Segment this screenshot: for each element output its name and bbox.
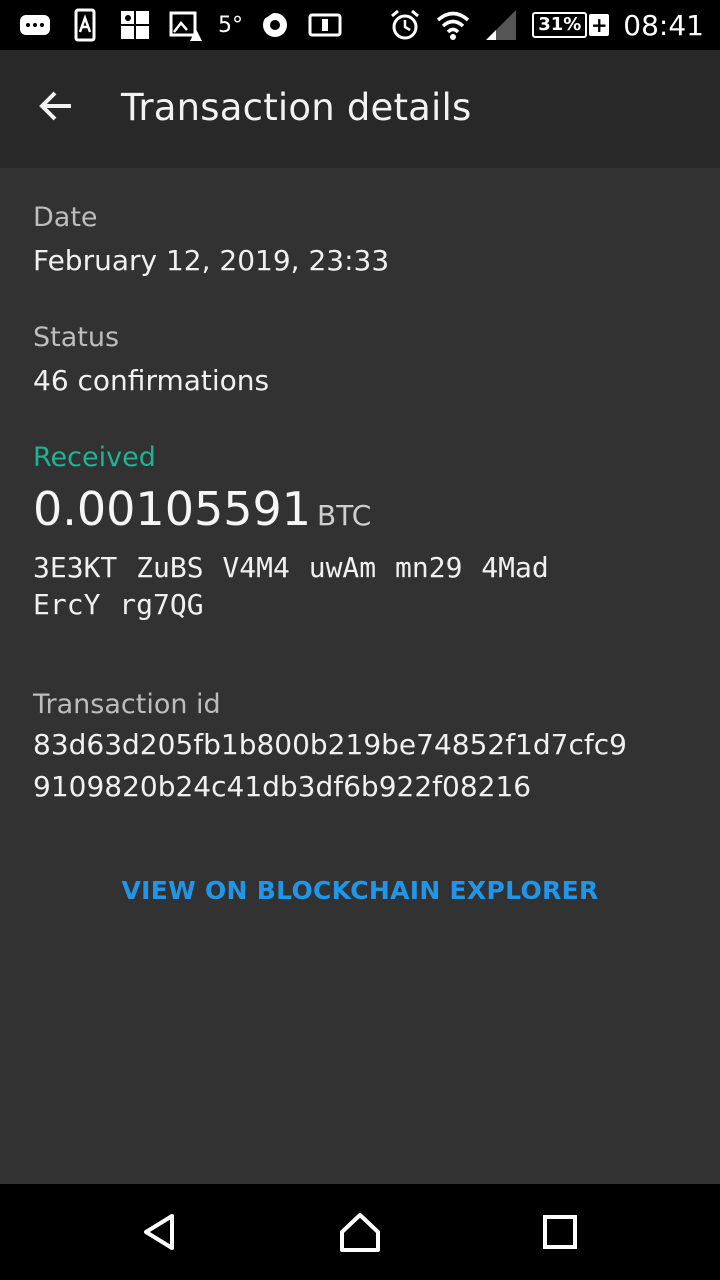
chat-bubble-icon — [18, 8, 52, 42]
status-value: 46 confirmations — [33, 364, 270, 397]
temperature-text: 5° — [218, 12, 243, 38]
wifi-icon — [436, 8, 470, 42]
nav-recents-button[interactable] — [532, 1206, 588, 1258]
txid-line-2: 9109820b24c41db3df6b922f08216 — [33, 770, 532, 803]
status-section: Status 46 confirmations — [33, 321, 269, 399]
home-icon — [340, 1213, 380, 1252]
nav-home-button[interactable] — [332, 1206, 388, 1258]
amount-row: 0.00105591 BTC — [33, 481, 653, 537]
amount-unit: BTC — [317, 499, 372, 532]
view-on-explorer-button[interactable]: VIEW ON BLOCKCHAIN EXPLORER — [0, 868, 720, 914]
date-label: Date — [33, 202, 98, 233]
txid-section: Transaction id 83d63d205fb1b800b219be748… — [33, 688, 683, 808]
notification-icons: 5° — [18, 8, 342, 42]
clock: 08:41 — [623, 8, 704, 42]
received-label: Received — [33, 442, 156, 473]
system-icons: 31% + 08:41 — [388, 8, 704, 42]
status-label: Status — [33, 322, 120, 353]
info-card-icon — [308, 8, 342, 42]
alarm-icon — [388, 8, 422, 42]
sync-icon — [258, 8, 292, 42]
status-bar: 5° 31% + 08:41 — [0, 0, 720, 50]
image-alert-icon — [168, 8, 202, 42]
triangle-back-icon — [144, 1214, 174, 1250]
date-section: Date February 12, 2019, 23:33 — [33, 201, 389, 279]
page-title: Transaction details — [121, 86, 472, 129]
txid-label: Transaction id — [33, 689, 221, 720]
puzzle-icon — [118, 8, 152, 42]
charging-icon: + — [589, 13, 610, 37]
address-line-2: ErcY rg7QG — [33, 588, 204, 621]
battery-level: 31% — [532, 12, 588, 38]
nav-back-button[interactable] — [132, 1206, 188, 1258]
phone-app-icon — [68, 8, 102, 42]
back-button[interactable] — [28, 78, 84, 134]
battery-indicator: 31% + — [532, 12, 610, 38]
address[interactable]: 3E3KT ZuBS V4M4 uwAm mn29 4Mad ErcY rg7Q… — [33, 549, 653, 623]
address-line-1: 3E3KT ZuBS V4M4 uwAm mn29 4Mad — [33, 551, 549, 584]
navigation-bar — [0, 1184, 720, 1280]
date-value: February 12, 2019, 23:33 — [33, 244, 390, 277]
txid-value[interactable]: 83d63d205fb1b800b219be74852f1d7cfc9 9109… — [33, 724, 683, 808]
square-recents-icon — [543, 1215, 577, 1249]
app-bar: Transaction details — [0, 50, 720, 168]
arrow-back-icon — [39, 91, 71, 121]
received-section: Received 0.00105591 BTC 3E3KT ZuBS V4M4 … — [33, 441, 653, 623]
signal-icon — [484, 8, 518, 42]
amount-value: 0.00105591 — [33, 482, 312, 536]
txid-line-1: 83d63d205fb1b800b219be74852f1d7cfc9 — [33, 728, 627, 761]
